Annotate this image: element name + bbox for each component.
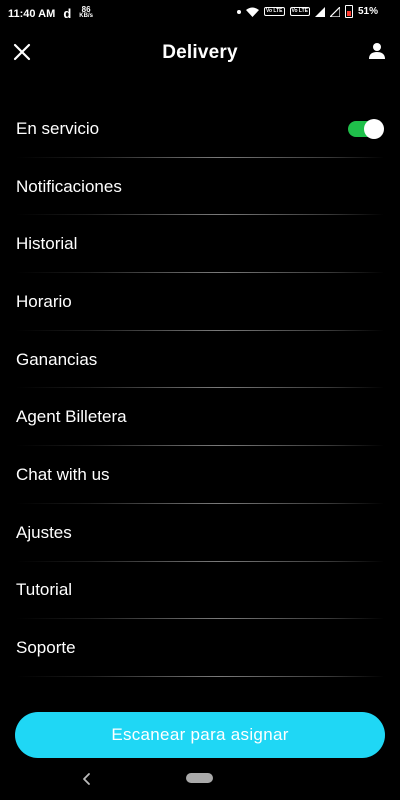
menu-item-tutorial[interactable]: Tutorial bbox=[0, 562, 400, 620]
menu-item-en-servicio[interactable]: En servicio bbox=[0, 100, 400, 158]
menu-item-label: En servicio bbox=[16, 118, 100, 138]
status-left: 11:40 AM d 86 KB/s bbox=[8, 6, 93, 22]
menu-item-label: Chat with us bbox=[16, 464, 110, 484]
menu-list: En servicio Notificaciones Historial Hor… bbox=[0, 100, 400, 677]
menu-item-label: Notificaciones bbox=[16, 176, 122, 196]
wifi-icon bbox=[246, 7, 260, 17]
menu-item-label: Tutorial bbox=[16, 580, 73, 600]
menu-item-chat-with-us[interactable]: Chat with us bbox=[0, 446, 400, 504]
tiktok-icon: d bbox=[63, 6, 72, 21]
menu-item-soporte[interactable]: Soporte bbox=[0, 619, 400, 677]
network-speed-unit: KB/s bbox=[79, 13, 93, 19]
battery-icon bbox=[344, 5, 353, 18]
status-bar: 11:40 AM d 86 KB/s Vo LTE Vo LTE 51% bbox=[0, 0, 400, 26]
volte-badge-2: Vo LTE bbox=[289, 7, 310, 16]
menu-item-notificaciones[interactable]: Notificaciones bbox=[0, 158, 400, 216]
menu-item-ajustes[interactable]: Ajustes bbox=[0, 504, 400, 562]
page-title: Delivery bbox=[162, 42, 238, 63]
service-toggle[interactable] bbox=[348, 118, 384, 139]
menu-item-label: Horario bbox=[16, 291, 72, 311]
status-time: 11:40 AM bbox=[8, 7, 56, 20]
menu-item-horario[interactable]: Horario bbox=[0, 273, 400, 331]
menu-item-label: Historial bbox=[16, 234, 78, 254]
scan-to-assign-button[interactable]: Escanear para asignar bbox=[15, 712, 385, 758]
menu-item-label: Agent Billetera bbox=[16, 407, 127, 427]
menu-item-ganancias[interactable]: Ganancias bbox=[0, 331, 400, 389]
signal-icon-2 bbox=[329, 6, 340, 17]
status-right: Vo LTE Vo LTE 51% bbox=[237, 5, 378, 18]
menu-item-label: Soporte bbox=[16, 638, 76, 658]
menu-item-label: Ganancias bbox=[16, 349, 98, 369]
notification-dot-icon bbox=[237, 9, 242, 14]
person-icon[interactable] bbox=[368, 42, 386, 60]
network-speed-value: 86 bbox=[81, 5, 91, 14]
volte-badge-1: Vo LTE bbox=[264, 7, 285, 16]
signal-icon bbox=[314, 6, 325, 17]
toggle-knob bbox=[364, 118, 384, 139]
network-speed: 86 KB/s bbox=[79, 6, 93, 20]
menu-item-agent-billetera[interactable]: Agent Billetera bbox=[0, 388, 400, 446]
home-pill-button[interactable] bbox=[186, 773, 213, 783]
menu-item-historial[interactable]: Historial bbox=[0, 215, 400, 273]
back-chevron-icon[interactable] bbox=[80, 770, 94, 788]
battery-percent: 51% bbox=[357, 6, 378, 17]
menu-item-label: Ajustes bbox=[16, 522, 72, 542]
header: Delivery bbox=[0, 36, 400, 72]
